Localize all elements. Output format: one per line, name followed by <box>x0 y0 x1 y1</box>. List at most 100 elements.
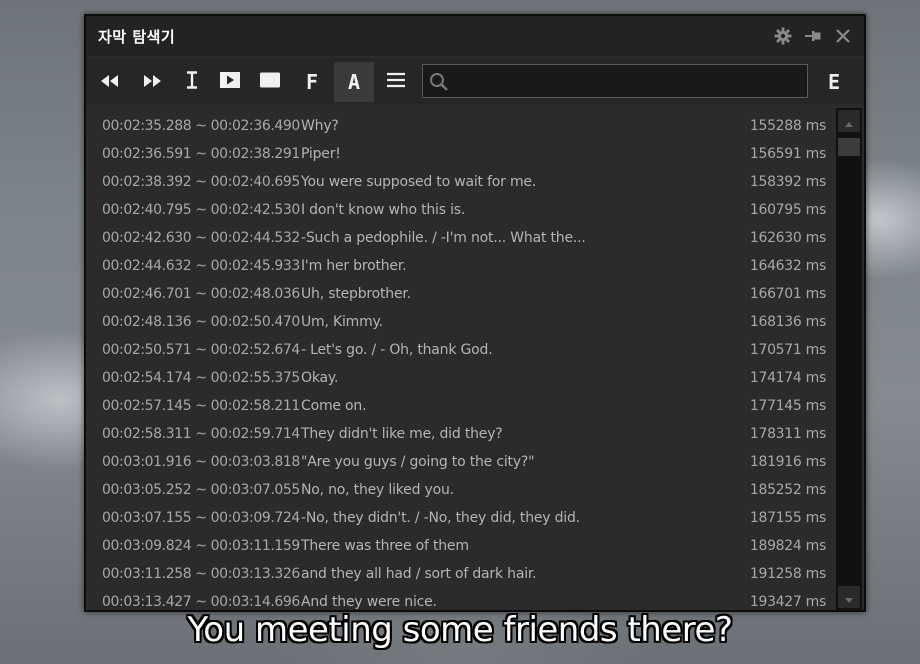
subtitle-ms: 162630 ms <box>749 230 826 246</box>
triangle-up-icon <box>845 112 853 131</box>
subtitle-time-range: 00:02:44.632 ~ 00:02:45.933 <box>102 258 300 274</box>
subtitle-text: There was three of them <box>301 538 469 554</box>
fast-forward-icon <box>142 73 162 92</box>
subtitle-row[interactable]: 00:02:38.392 ~ 00:02:40.695 You were supp… <box>86 168 834 196</box>
subtitle-ms: 189824 ms <box>749 538 826 554</box>
subtitle-row[interactable]: 00:02:46.701 ~ 00:02:48.036 Uh, stepbroth… <box>86 280 834 308</box>
rewind-button[interactable] <box>90 62 130 102</box>
subtitle-box-button[interactable] <box>250 62 290 102</box>
subtitle-ms: 164632 ms <box>749 258 826 274</box>
subtitle-text: "Are you guys / going to the city?" <box>301 454 535 470</box>
subtitle-text: Um, Kimmy. <box>301 314 383 330</box>
a-button-label: A <box>347 70 361 94</box>
subtitle-ms: 170571 ms <box>749 342 826 358</box>
subtitle-time-range: 00:03:09.824 ~ 00:03:11.159 <box>102 538 300 554</box>
subtitle-time-range: 00:03:07.155 ~ 00:03:09.724 <box>102 510 300 526</box>
subtitle-row[interactable]: 00:02:57.145 ~ 00:02:58.211 Come on. 17714… <box>86 392 834 420</box>
subtitle-text: And they were nice. <box>301 594 437 610</box>
triangle-down-icon <box>845 588 853 607</box>
pin-icon[interactable] <box>802 25 824 47</box>
subtitle-time-range: 00:02:57.145 ~ 00:02:58.211 <box>102 398 300 414</box>
subtitle-time-range: 00:02:38.392 ~ 00:02:40.695 <box>102 174 300 190</box>
subtitle-text: I don't know who this is. <box>301 202 466 218</box>
subtitle-row[interactable]: 00:02:35.288 ~ 00:02:36.490 Why? 155288 ms <box>86 112 834 140</box>
subtitle-ms: 174174 ms <box>749 370 826 386</box>
e-button-label: E <box>827 70 841 94</box>
subtitle-time-range: 00:02:42.630 ~ 00:02:44.532 <box>102 230 300 246</box>
e-button[interactable]: E <box>814 62 854 102</box>
subtitle-row[interactable]: 00:03:13.427 ~ 00:03:14.696 And they were… <box>86 588 834 610</box>
subtitle-time-range: 00:02:46.701 ~ 00:02:48.036 <box>102 286 300 302</box>
search-icon <box>429 72 449 96</box>
subtitle-text: Uh, stepbrother. <box>301 286 411 302</box>
scroll-thumb[interactable] <box>838 138 860 156</box>
subtitle-row[interactable]: 00:03:01.916 ~ 00:03:03.818 "Are you guys… <box>86 448 834 476</box>
subtitle-row[interactable]: 00:02:54.174 ~ 00:02:55.375 Okay. 174174 m… <box>86 364 834 392</box>
subtitle-text: -No, they didn't. / -No, they did, they … <box>301 510 580 526</box>
subtitle-row[interactable]: 00:02:50.571 ~ 00:02:52.674- Let's go. /… <box>86 336 834 364</box>
subtitle-text: Okay. <box>301 370 339 386</box>
subtitle-ms: 177145 ms <box>749 398 826 414</box>
subtitle-row[interactable]: 00:02:48.136 ~ 00:02:50.470 Um, Kimmy. 168… <box>86 308 834 336</box>
subtitle-time-range: 00:02:36.591 ~ 00:02:38.291 <box>102 146 300 162</box>
a-button[interactable]: A <box>334 62 374 102</box>
title-bar[interactable]: 자막 탐색기 <box>86 16 864 56</box>
subtitle-time-range: 00:02:58.311 ~ 00:02:59.714 <box>102 426 300 442</box>
subtitle-ms: 166701 ms <box>749 286 826 302</box>
menu-button[interactable] <box>376 62 416 102</box>
subtitle-row[interactable]: 00:02:42.630 ~ 00:02:44.532 -Such a pedop… <box>86 224 834 252</box>
search-input[interactable] <box>453 65 797 99</box>
subtitle-row[interactable]: 00:03:11.258 ~ 00:03:13.326 and they all … <box>86 560 834 588</box>
subtitle-text: They didn't like me, did they? <box>301 426 503 442</box>
subtitle-ms: 187155 ms <box>749 510 826 526</box>
subtitle-list[interactable]: 00:02:35.288 ~ 00:02:36.490 Why? 155288 ms… <box>86 108 834 610</box>
gear-icon[interactable] <box>772 25 794 47</box>
subtitle-explorer-window: 자막 탐색기 F A E 00:02:35.288 ~ 00:02:36.490… <box>84 14 866 612</box>
subtitle-ms: 178311 ms <box>749 426 826 442</box>
subtitle-time-range: 00:02:54.174 ~ 00:02:55.375 <box>102 370 300 386</box>
subtitle-ms: 158392 ms <box>749 174 826 190</box>
subtitle-row[interactable]: 00:03:09.824 ~ 00:03:11.159 There was thr… <box>86 532 834 560</box>
subtitle-time-range: 00:03:01.916 ~ 00:03:03.818 <box>102 454 300 470</box>
subtitle-time-range: 00:03:05.252 ~ 00:03:07.055 <box>102 482 300 498</box>
search-box[interactable] <box>422 64 808 99</box>
subtitle-time-range: 00:03:11.258 ~ 00:03:13.326 <box>102 566 300 582</box>
subtitle-row[interactable]: 00:03:05.252 ~ 00:03:07.055 No, no, they … <box>86 476 834 504</box>
subtitle-time-range: 00:02:40.795 ~ 00:02:42.530 <box>102 202 300 218</box>
subtitle-time-range: 00:03:13.427 ~ 00:03:14.696 <box>102 594 300 610</box>
subtitle-text: Come on. <box>301 398 367 414</box>
hamburger-icon <box>386 72 406 92</box>
window-title: 자막 탐색기 <box>98 28 176 46</box>
scroll-up-button[interactable] <box>838 110 860 132</box>
subtitle-time-range: 00:02:50.571 ~ 00:02:52.674 <box>102 342 300 358</box>
subtitle-row[interactable]: 00:03:07.155 ~ 00:03:09.724 -No, they did… <box>86 504 834 532</box>
subtitle-text: -Such a pedophile. / -I'm not... What th… <box>301 230 586 246</box>
f-button-label: F <box>305 70 319 94</box>
subtitle-row[interactable]: 00:02:58.311 ~ 00:02:59.714 They didn't l… <box>86 420 834 448</box>
video-subtitle: You meeting some friends there? <box>187 610 733 650</box>
subtitle-time-range: 00:02:48.136 ~ 00:02:50.470 <box>102 314 300 330</box>
f-button[interactable]: F <box>292 62 332 102</box>
scrollbar[interactable] <box>836 108 862 610</box>
play-box-button[interactable] <box>210 62 250 102</box>
subtitle-ms: 181916 ms <box>749 454 826 470</box>
subtitle-row[interactable]: 00:02:36.591 ~ 00:02:38.291 Piper! 156591 … <box>86 140 834 168</box>
subtitle-text: I'm her brother. <box>301 258 407 274</box>
text-cursor-button[interactable] <box>172 62 212 102</box>
subtitle-row[interactable]: 00:02:40.795 ~ 00:02:42.530 I don't know … <box>86 196 834 224</box>
subtitle-ms: 168136 ms <box>749 314 826 330</box>
subtitle-text: Why? <box>301 118 339 134</box>
subtitle-text: and they all had / sort of dark hair. <box>301 566 537 582</box>
subtitle-ms: 156591 ms <box>749 146 826 162</box>
subtitle-ms: 160795 ms <box>749 202 826 218</box>
subtitle-ms: 191258 ms <box>749 566 826 582</box>
scroll-down-button[interactable] <box>838 586 860 608</box>
blank-box-icon <box>259 71 281 93</box>
fast-forward-button[interactable] <box>132 62 172 102</box>
subtitle-text: No, no, they liked you. <box>301 482 454 498</box>
text-cursor-icon <box>185 71 199 93</box>
subtitle-text: Piper! <box>301 146 341 162</box>
close-icon[interactable] <box>832 25 854 47</box>
subtitle-row[interactable]: 00:02:44.632 ~ 00:02:45.933 I'm her broth… <box>86 252 834 280</box>
subtitle-ms: 155288 ms <box>749 118 826 134</box>
